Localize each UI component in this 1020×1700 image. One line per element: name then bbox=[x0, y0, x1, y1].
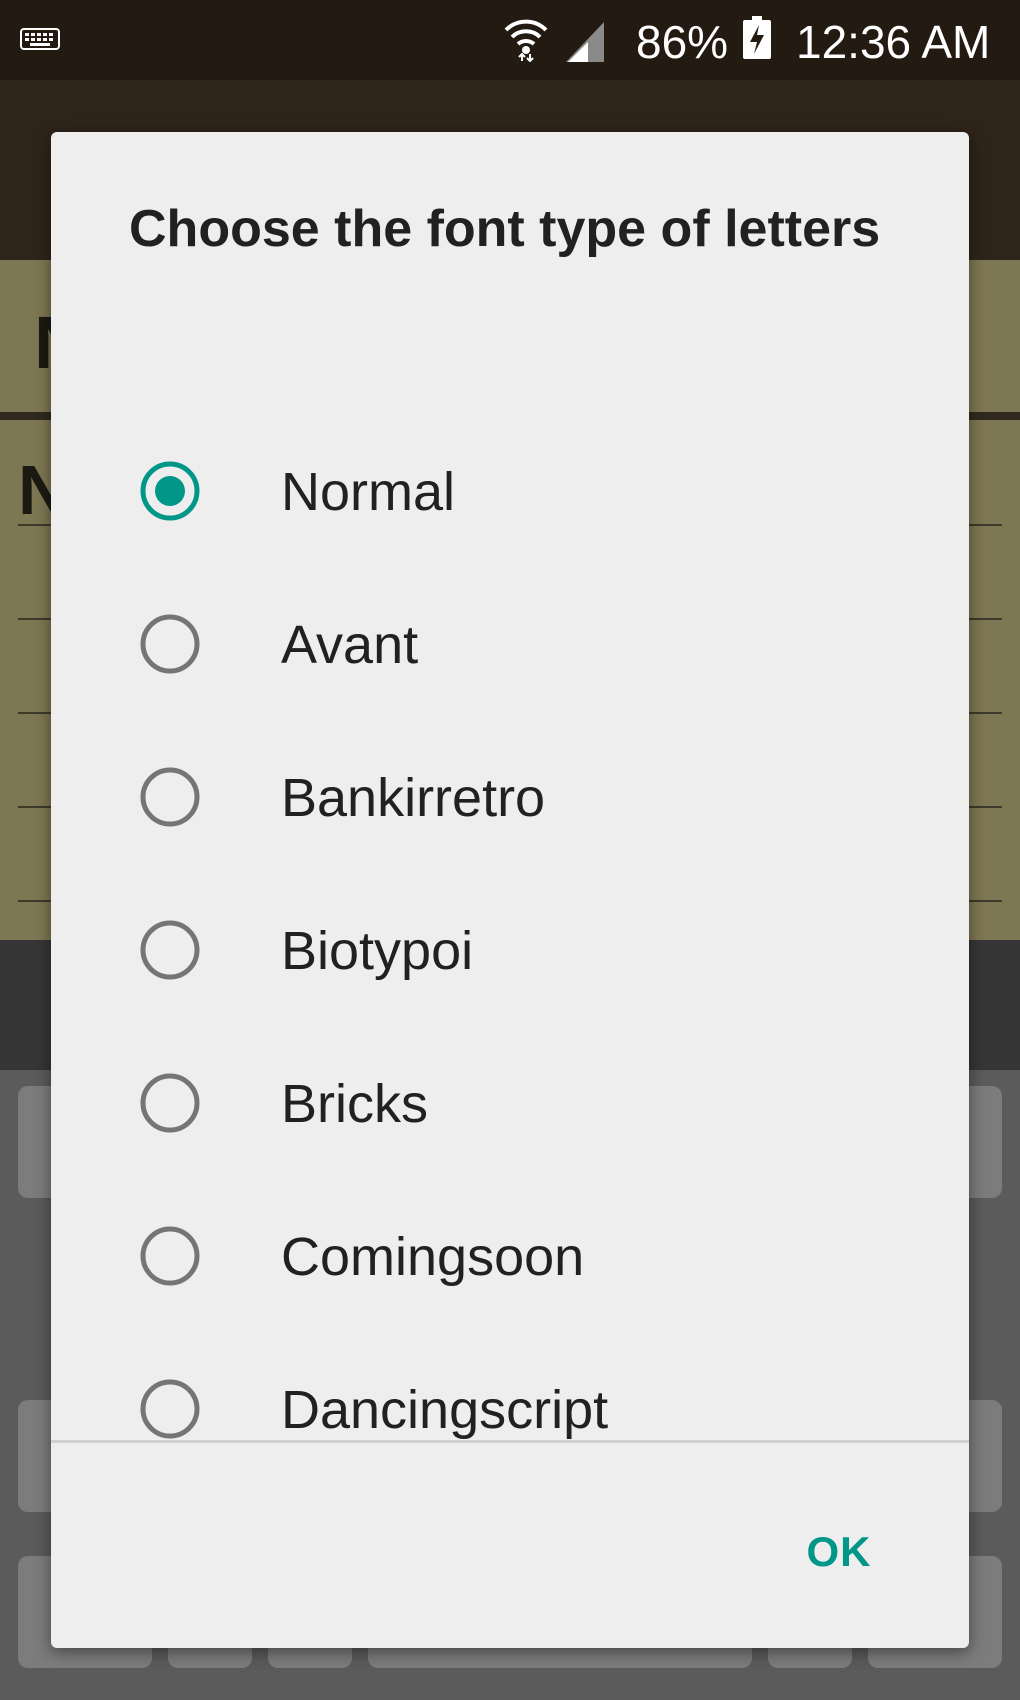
wifi-icon bbox=[504, 19, 548, 62]
screen: 86% 12:36 AM N N Choose the font type of bbox=[0, 0, 1020, 1700]
option-avant[interactable]: Avant bbox=[139, 589, 899, 699]
dialog-divider bbox=[51, 1440, 969, 1443]
radio-unselected-icon[interactable] bbox=[139, 1378, 201, 1440]
option-dancingscript[interactable]: Dancingscript bbox=[139, 1354, 899, 1464]
radio-unselected-icon[interactable] bbox=[139, 919, 201, 981]
radio-unselected-icon[interactable] bbox=[139, 1072, 201, 1134]
ok-button[interactable]: OK bbox=[769, 1512, 909, 1592]
battery-percentage: 86% bbox=[636, 16, 729, 68]
option-normal[interactable]: Normal bbox=[139, 436, 899, 546]
cell-signal-icon bbox=[566, 22, 604, 62]
option-label: Bricks bbox=[281, 1074, 428, 1134]
option-label: Normal bbox=[281, 462, 456, 522]
font-type-dialog: Choose the font type of letters Normal A… bbox=[51, 132, 969, 1648]
status-bar: 86% 12:36 AM bbox=[0, 0, 1020, 80]
battery-charging-icon bbox=[743, 16, 771, 59]
option-label: Comingsoon bbox=[281, 1227, 585, 1287]
option-bricks[interactable]: Bricks bbox=[139, 1048, 899, 1158]
dialog-title: Choose the font type of letters bbox=[129, 200, 881, 258]
radio-unselected-icon[interactable] bbox=[139, 1225, 201, 1287]
option-bankirretro[interactable]: Bankirretro bbox=[139, 742, 899, 852]
option-label: Dancingscript bbox=[281, 1380, 609, 1440]
radio-selected-icon[interactable] bbox=[139, 460, 201, 522]
option-label: Bankirretro bbox=[281, 768, 546, 828]
option-label: Avant bbox=[281, 615, 419, 675]
radio-unselected-icon[interactable] bbox=[139, 766, 201, 828]
radio-unselected-icon[interactable] bbox=[139, 613, 201, 675]
option-label: Biotypoi bbox=[281, 921, 474, 981]
keyboard-icon bbox=[20, 28, 60, 50]
option-comingsoon[interactable]: Comingsoon bbox=[139, 1201, 899, 1311]
option-biotypoi[interactable]: Biotypoi bbox=[139, 895, 899, 1005]
clock: 12:36 AM bbox=[796, 16, 991, 68]
